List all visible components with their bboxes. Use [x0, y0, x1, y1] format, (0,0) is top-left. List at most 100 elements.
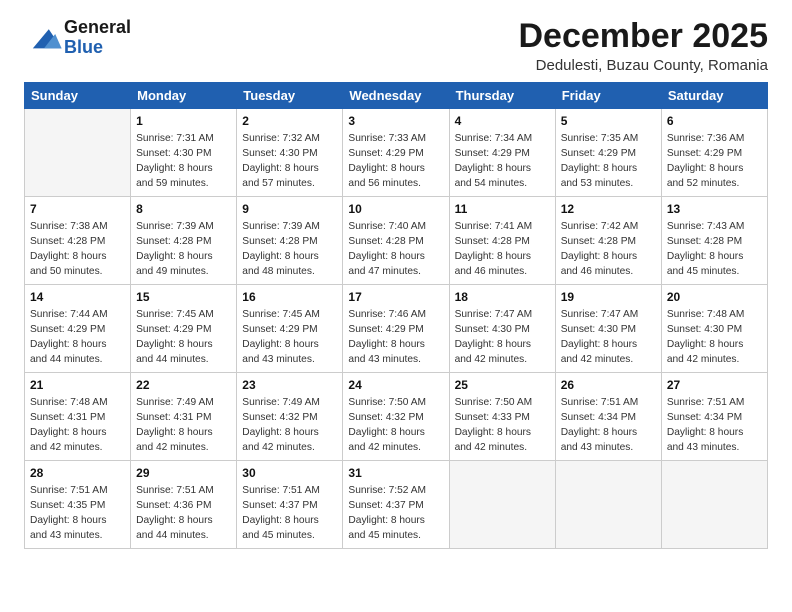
table-row: 17Sunrise: 7:46 AMSunset: 4:29 PMDayligh… [343, 285, 449, 373]
day-info: Sunrise: 7:41 AMSunset: 4:28 PMDaylight:… [455, 220, 550, 279]
header-sunday: Sunday [25, 83, 131, 109]
day-number: 27 [667, 377, 762, 394]
day-info: Sunrise: 7:48 AMSunset: 4:31 PMDaylight:… [30, 396, 125, 455]
day-number: 19 [561, 289, 656, 306]
day-info: Sunrise: 7:47 AMSunset: 4:30 PMDaylight:… [455, 308, 550, 367]
calendar-week-row: 7 Sunrise: 7:38 AMSunset: 4:28 PMDaylight… [25, 197, 768, 285]
table-row: 23 Sunrise: 7:49 AMSunset: 4:32 PMDayligh… [237, 373, 343, 461]
table-row: 13Sunrise: 7:43 AMSunset: 4:28 PMDayligh… [661, 197, 767, 285]
table-row: 24Sunrise: 7:50 AMSunset: 4:32 PMDayligh… [343, 373, 449, 461]
day-info: Sunrise: 7:35 AMSunset: 4:29 PMDaylight:… [561, 132, 656, 191]
day-number: 29 [136, 465, 231, 482]
day-number: 2 [242, 113, 337, 130]
day-info: Sunrise: 7:49 AMSunset: 4:32 PMDaylight:… [242, 396, 337, 455]
day-number: 28 [30, 465, 125, 482]
day-number: 25 [455, 377, 550, 394]
table-row: 3Sunrise: 7:33 AMSunset: 4:29 PMDaylight… [343, 109, 449, 197]
day-number: 11 [455, 201, 550, 218]
day-number: 8 [136, 201, 231, 218]
day-number: 9 [242, 201, 337, 218]
day-info: Sunrise: 7:39 AMSunset: 4:28 PMDaylight:… [136, 220, 231, 279]
logo-blue: Blue [64, 38, 131, 58]
day-info: Sunrise: 7:42 AMSunset: 4:28 PMDaylight:… [561, 220, 656, 279]
logo-icon [26, 26, 62, 50]
calendar-week-row: 14Sunrise: 7:44 AMSunset: 4:29 PMDayligh… [25, 285, 768, 373]
day-number: 15 [136, 289, 231, 306]
day-info: Sunrise: 7:44 AMSunset: 4:29 PMDaylight:… [30, 308, 125, 367]
header-wednesday: Wednesday [343, 83, 449, 109]
day-info: Sunrise: 7:51 AMSunset: 4:37 PMDaylight:… [242, 484, 337, 543]
day-number: 4 [455, 113, 550, 130]
day-info: Sunrise: 7:32 AMSunset: 4:30 PMDaylight:… [242, 132, 337, 191]
table-row [555, 461, 661, 549]
logo-area: General Blue [24, 18, 131, 58]
table-row: 12 Sunrise: 7:42 AMSunset: 4:28 PMDayligh… [555, 197, 661, 285]
table-row: 11 Sunrise: 7:41 AMSunset: 4:28 PMDayligh… [449, 197, 555, 285]
header-thursday: Thursday [449, 83, 555, 109]
day-info: Sunrise: 7:36 AMSunset: 4:29 PMDaylight:… [667, 132, 762, 191]
calendar-table: Sunday Monday Tuesday Wednesday Thursday… [24, 82, 768, 549]
day-info: Sunrise: 7:52 AMSunset: 4:37 PMDaylight:… [348, 484, 443, 543]
day-number: 1 [136, 113, 231, 130]
day-info: Sunrise: 7:45 AMSunset: 4:29 PMDaylight:… [242, 308, 337, 367]
table-row: 28 Sunrise: 7:51 AMSunset: 4:35 PMDayligh… [25, 461, 131, 549]
table-row: 19 Sunrise: 7:47 AMSunset: 4:30 PMDayligh… [555, 285, 661, 373]
table-row: 18 Sunrise: 7:47 AMSunset: 4:30 PMDayligh… [449, 285, 555, 373]
day-number: 16 [242, 289, 337, 306]
day-info: Sunrise: 7:51 AMSunset: 4:36 PMDaylight:… [136, 484, 231, 543]
day-info: Sunrise: 7:45 AMSunset: 4:29 PMDaylight:… [136, 308, 231, 367]
day-info: Sunrise: 7:51 AMSunset: 4:35 PMDaylight:… [30, 484, 125, 543]
day-info: Sunrise: 7:47 AMSunset: 4:30 PMDaylight:… [561, 308, 656, 367]
day-number: 12 [561, 201, 656, 218]
header: General Blue December 2025 Dedulesti, Bu… [24, 18, 768, 74]
table-row: 4 Sunrise: 7:34 AMSunset: 4:29 PMDaylight… [449, 109, 555, 197]
table-row: 16 Sunrise: 7:45 AMSunset: 4:29 PMDayligh… [237, 285, 343, 373]
day-info: Sunrise: 7:31 AMSunset: 4:30 PMDaylight:… [136, 132, 231, 191]
table-row [449, 461, 555, 549]
day-number: 7 [30, 201, 125, 218]
table-row: 14Sunrise: 7:44 AMSunset: 4:29 PMDayligh… [25, 285, 131, 373]
day-info: Sunrise: 7:51 AMSunset: 4:34 PMDaylight:… [667, 396, 762, 455]
day-number: 13 [667, 201, 762, 218]
table-row: 31 Sunrise: 7:52 AMSunset: 4:37 PMDayligh… [343, 461, 449, 549]
day-info: Sunrise: 7:33 AMSunset: 4:29 PMDaylight:… [348, 132, 443, 191]
table-row: 20Sunrise: 7:48 AMSunset: 4:30 PMDayligh… [661, 285, 767, 373]
calendar-week-row: 21Sunrise: 7:48 AMSunset: 4:31 PMDayligh… [25, 373, 768, 461]
day-info: Sunrise: 7:34 AMSunset: 4:29 PMDaylight:… [455, 132, 550, 191]
day-number: 31 [348, 465, 443, 482]
calendar-week-row: 28 Sunrise: 7:51 AMSunset: 4:35 PMDayligh… [25, 461, 768, 549]
day-info: Sunrise: 7:49 AMSunset: 4:31 PMDaylight:… [136, 396, 231, 455]
table-row: 26 Sunrise: 7:51 AMSunset: 4:34 PMDayligh… [555, 373, 661, 461]
day-number: 6 [667, 113, 762, 130]
day-info: Sunrise: 7:39 AMSunset: 4:28 PMDaylight:… [242, 220, 337, 279]
logo-general: General [64, 18, 131, 38]
day-info: Sunrise: 7:51 AMSunset: 4:34 PMDaylight:… [561, 396, 656, 455]
day-number: 10 [348, 201, 443, 218]
header-friday: Friday [555, 83, 661, 109]
table-row: 21Sunrise: 7:48 AMSunset: 4:31 PMDayligh… [25, 373, 131, 461]
table-row: 27 Sunrise: 7:51 AMSunset: 4:34 PMDayligh… [661, 373, 767, 461]
subtitle: Dedulesti, Buzau County, Romania [518, 57, 768, 74]
title-area: December 2025 Dedulesti, Buzau County, R… [518, 18, 768, 74]
table-row: 9 Sunrise: 7:39 AMSunset: 4:28 PMDaylight… [237, 197, 343, 285]
table-row [661, 461, 767, 549]
day-number: 23 [242, 377, 337, 394]
header-saturday: Saturday [661, 83, 767, 109]
table-row: 5Sunrise: 7:35 AMSunset: 4:29 PMDaylight… [555, 109, 661, 197]
calendar-week-row: 1 Sunrise: 7:31 AMSunset: 4:30 PMDaylight… [25, 109, 768, 197]
table-row: 30 Sunrise: 7:51 AMSunset: 4:37 PMDayligh… [237, 461, 343, 549]
table-row [25, 109, 131, 197]
table-row: 10Sunrise: 7:40 AMSunset: 4:28 PMDayligh… [343, 197, 449, 285]
day-info: Sunrise: 7:38 AMSunset: 4:28 PMDaylight:… [30, 220, 125, 279]
table-row: 2 Sunrise: 7:32 AMSunset: 4:30 PMDaylight… [237, 109, 343, 197]
table-row: 22 Sunrise: 7:49 AMSunset: 4:31 PMDayligh… [131, 373, 237, 461]
day-number: 18 [455, 289, 550, 306]
day-info: Sunrise: 7:46 AMSunset: 4:29 PMDaylight:… [348, 308, 443, 367]
day-info: Sunrise: 7:48 AMSunset: 4:30 PMDaylight:… [667, 308, 762, 367]
table-row: 7 Sunrise: 7:38 AMSunset: 4:28 PMDaylight… [25, 197, 131, 285]
header-monday: Monday [131, 83, 237, 109]
page: General Blue December 2025 Dedulesti, Bu… [0, 0, 792, 612]
day-number: 22 [136, 377, 231, 394]
day-number: 26 [561, 377, 656, 394]
day-number: 30 [242, 465, 337, 482]
